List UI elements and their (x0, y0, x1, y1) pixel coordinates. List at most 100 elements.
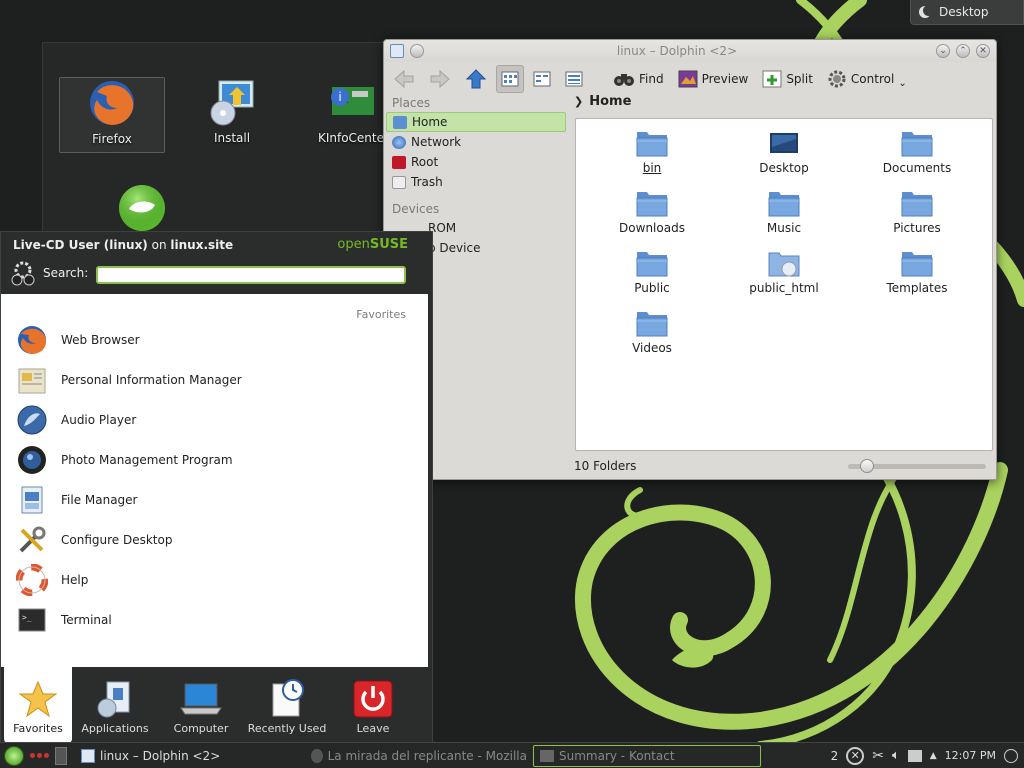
preview-button[interactable]: Preview (673, 65, 754, 93)
tab-leave[interactable]: Leave (330, 667, 416, 743)
klipper-close-icon[interactable]: ✕ (846, 746, 865, 765)
folder-count: 10 Folders (574, 459, 637, 473)
place-trash[interactable]: Trash (386, 172, 568, 192)
favorite-item[interactable]: Audio Player (15, 402, 415, 438)
back-button[interactable] (388, 65, 420, 93)
device-notifier-icon[interactable] (907, 749, 922, 762)
split-label: Split (786, 72, 813, 86)
zoom-slider[interactable] (848, 458, 986, 473)
task-kontact[interactable]: Summary - Kontact (533, 744, 761, 767)
tools-icon[interactable]: ✂ (872, 748, 884, 764)
breadcrumb[interactable]: ❯ Home (574, 94, 631, 109)
close-button[interactable]: ✕ (976, 44, 990, 58)
folder-item[interactable]: bin (592, 129, 712, 175)
breadcrumb-home[interactable]: Home (589, 94, 631, 109)
place-label: Root (411, 155, 439, 169)
favorite-label: File Manager (61, 493, 138, 507)
back-arrow-icon (394, 69, 414, 89)
search-input[interactable] (96, 266, 406, 284)
favorite-item[interactable]: Web Browser (15, 322, 415, 358)
minimize-button[interactable]: ⌄ (936, 44, 950, 58)
panel-toolbox-icon[interactable] (1004, 748, 1018, 763)
clock[interactable]: 12:07 PM (945, 749, 996, 762)
kontact-task-icon (540, 749, 554, 762)
folder-item[interactable]: Videos (592, 309, 712, 355)
recent-clock-icon (272, 679, 304, 717)
folder-item[interactable]: Templates (857, 249, 977, 295)
folder-item[interactable]: Public (592, 249, 712, 295)
launcher-header: Live-CD User (linux) on linux.site openS… (1, 232, 432, 294)
folder-item[interactable]: Pictures (857, 189, 977, 235)
applications-icon (97, 681, 130, 718)
folder-item[interactable]: Downloads (592, 189, 712, 235)
place-label: Network (411, 135, 462, 149)
network-globe-icon (392, 135, 406, 149)
folder-item[interactable]: Desktop (724, 129, 844, 175)
activity-icon (919, 5, 934, 18)
maximize-button[interactable]: ⌃ (956, 44, 970, 58)
place-home[interactable]: Home (386, 112, 566, 132)
window-titlebar[interactable]: linux – Dolphin <2> ⌄ ⌃ ✕ (384, 40, 996, 62)
task-dolphin[interactable]: linux – Dolphin <2> (75, 745, 305, 767)
folder-label: Videos (632, 341, 672, 355)
tab-label: Recently Used (247, 722, 327, 735)
search-label: Search: (43, 266, 89, 280)
desktop-icon-install[interactable]: Install (179, 77, 285, 153)
up-button[interactable] (460, 65, 492, 93)
zoom-slider-handle[interactable] (860, 458, 874, 473)
tab-recently-used[interactable]: Recently Used (244, 667, 330, 743)
show-desktop-icon[interactable] (55, 746, 67, 765)
chevron-down-icon: ⌄ (898, 77, 907, 89)
folder-item[interactable]: Music (724, 189, 844, 235)
file-manager-icon (15, 483, 49, 517)
file-view[interactable]: bin Desktop Documents Downloads Music Picture… (575, 118, 993, 451)
details-view-button[interactable] (560, 65, 588, 93)
virtual-desktop-number[interactable]: 2 (831, 749, 839, 763)
place-label: Trash (411, 175, 443, 189)
devices-header: Devices (392, 202, 440, 216)
volume-icon[interactable]: 🔈︎ (892, 748, 900, 763)
place-network[interactable]: Network (386, 132, 568, 152)
compact-view-button[interactable] (528, 65, 556, 93)
favorite-item[interactable]: Help (15, 562, 415, 598)
favorite-label: Configure Desktop (61, 533, 173, 547)
user-line: Live-CD User (linux) on linux.site (13, 238, 233, 252)
favorite-label: Terminal (61, 613, 112, 627)
desktop-activity-button[interactable]: Desktop (910, 0, 1024, 25)
activities-dots-icon[interactable] (30, 753, 49, 758)
folder-item[interactable]: Documents (857, 129, 977, 175)
tab-computer[interactable]: Computer (158, 667, 244, 743)
desktop-activity-label: Desktop (939, 5, 989, 19)
forward-button[interactable] (424, 65, 456, 93)
find-label: Find (639, 72, 664, 86)
favorite-item[interactable]: Photo Management Program (15, 442, 415, 478)
tab-label: Applications (81, 722, 149, 735)
folder-item[interactable]: public_html (724, 249, 844, 295)
power-icon (353, 680, 393, 718)
favorite-item[interactable]: Personal Information Manager (15, 362, 415, 398)
dolphin-task-icon (81, 748, 95, 763)
split-button[interactable]: Split (757, 65, 818, 93)
control-button[interactable]: Control ⌄ (822, 65, 912, 93)
configure-tools-icon (15, 523, 49, 557)
icons-view-button[interactable] (496, 65, 524, 93)
desktop-icon-firefox[interactable]: Firefox (59, 77, 165, 153)
tab-favorites[interactable]: Favorites (4, 667, 72, 743)
favorite-item[interactable]: File Manager (15, 482, 415, 518)
window-menu-icon[interactable] (390, 44, 404, 58)
favorite-item[interactable]: Configure Desktop (15, 522, 415, 558)
device-label: p Device (428, 241, 481, 255)
pin-button[interactable] (410, 44, 424, 58)
gear-icon (828, 70, 846, 88)
find-button[interactable]: Find (608, 65, 669, 93)
task-label: La mirada del replicante - Mozilla (327, 748, 527, 763)
tab-label: Leave (356, 722, 390, 735)
application-launcher-button[interactable] (4, 745, 24, 766)
system-tray: 2 ✕ ✂ 🔈︎ ▲ 12:07 PM (831, 746, 1024, 765)
tab-applications[interactable]: Applications (72, 667, 158, 743)
favorite-item[interactable]: >_ Terminal (15, 602, 415, 638)
tray-expand-icon[interactable]: ▲ (930, 751, 937, 761)
task-firefox[interactable]: La mirada del replicante - Mozilla (305, 745, 533, 767)
install-icon (210, 80, 254, 126)
place-root[interactable]: Root (386, 152, 568, 172)
